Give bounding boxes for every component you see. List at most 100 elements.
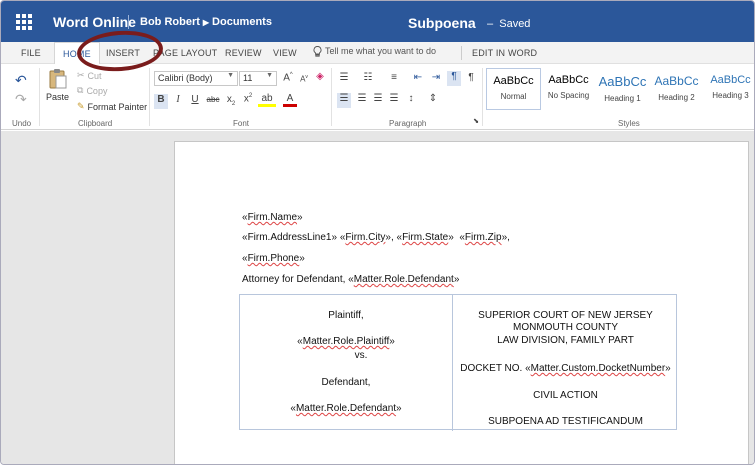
tab-insert[interactable]: INSERT [106, 48, 140, 58]
style-name: Heading 3 [712, 91, 749, 100]
strikethrough-icon[interactable]: abc [205, 95, 221, 104]
font-size-select[interactable]: 11 ▼ [239, 71, 277, 86]
tab-file[interactable]: FILE [21, 48, 41, 58]
shrink-font-icon[interactable]: Av [297, 74, 311, 84]
tell-me-box[interactable]: Tell me what you want to do [313, 46, 436, 57]
app-launcher-icon[interactable] [16, 14, 32, 30]
tab-view[interactable]: VIEW [273, 48, 297, 58]
superscript-icon[interactable]: x2 [241, 93, 255, 104]
breadcrumb-folder[interactable]: Documents [212, 16, 272, 28]
attorney-label: Attorney for Defendant, [242, 274, 346, 285]
align-center-icon[interactable]: ☰ [355, 93, 369, 104]
dialog-launcher-icon[interactable]: ⬊ [469, 117, 483, 125]
redo-icon[interactable]: ↷ [15, 91, 27, 108]
bold-icon[interactable]: B [154, 94, 168, 109]
merge-field: Firm.Zip [464, 232, 502, 243]
document-page[interactable]: «Firm.Name» «Firm.AddressLine1» «Firm.Ci… [174, 141, 749, 464]
subscript-icon[interactable]: x2 [224, 94, 238, 107]
copy-button[interactable]: ⧉ Copy [77, 85, 107, 96]
italic-icon[interactable]: I [171, 94, 185, 105]
firm-phone-line: «Firm.Phone» [242, 253, 305, 264]
line-spacing-icon[interactable]: ↕ [404, 93, 418, 104]
style-no-spacing[interactable]: AaBbCc No Spacing [541, 68, 596, 110]
merge-field: Matter.Role.Plaintiff [302, 336, 390, 347]
font-name-select[interactable]: Calibri (Body) ▼ [154, 71, 238, 86]
paragraph-spacing-icon[interactable]: ⇕ [426, 93, 440, 104]
undo-group-label: Undo [12, 119, 32, 128]
scissors-icon: ✂ [77, 70, 85, 80]
multilevel-list-icon[interactable]: ≡ [387, 72, 401, 83]
style-name: Heading 2 [658, 93, 695, 102]
align-left-icon[interactable]: ☰ [337, 93, 351, 108]
save-status-text: Saved [499, 18, 531, 30]
format-painter-button[interactable]: ✎ Format Painter [77, 101, 147, 112]
clipboard-icon [49, 69, 66, 89]
style-heading-1[interactable]: AaBbCc Heading 1 [595, 68, 650, 110]
lightbulb-icon [313, 46, 322, 57]
court-line-3: LAW DIVISION, FAMILY PART [497, 335, 634, 346]
merge-field: Matter.Role.Defendant [353, 274, 454, 285]
vs-label: vs. [354, 350, 368, 361]
highlight-icon[interactable]: ab [258, 93, 276, 107]
merge-field: Firm.AddressLine1 [247, 232, 332, 243]
docket-line: DOCKET NO. «Matter.Custom.DocketNumber» [460, 363, 671, 374]
numbering-icon[interactable]: ☷ [361, 72, 375, 83]
font-size-value: 11 [243, 73, 253, 83]
undo-icon[interactable]: ↶ [15, 72, 27, 89]
tab-divider [461, 46, 462, 60]
app-name[interactable]: Word Online [53, 14, 136, 30]
style-name: Normal [500, 92, 527, 101]
style-sample: AaBbCc [548, 74, 589, 86]
docket-label: DOCKET NO. [460, 363, 523, 374]
group-divider [149, 68, 150, 126]
attorney-line: Attorney for Defendant, «Matter.Role.Def… [242, 274, 460, 285]
firm-name-line: «Firm.Name» [242, 212, 303, 223]
style-sample: AaBbCc [598, 74, 647, 89]
underline-icon[interactable]: U [188, 94, 202, 105]
breadcrumb-user[interactable]: Bob Robert [140, 16, 200, 28]
defendant-label: Defendant, [321, 377, 371, 388]
style-sample: AaBbCc [493, 75, 534, 87]
group-divider [482, 68, 483, 126]
decrease-indent-icon[interactable]: ⇤ [411, 72, 425, 83]
bullets-icon[interactable]: ☰ [337, 72, 351, 83]
tell-me-text: Tell me what you want to do [325, 46, 437, 56]
subpoena-type-label: SUBPOENA AD TESTIFICANDUM [488, 416, 643, 427]
style-heading-3[interactable]: AaBbCc Heading 3 [703, 68, 754, 110]
style-heading-2[interactable]: AaBbCc Heading 2 [649, 68, 704, 110]
format-painter-label: Format Painter [87, 101, 148, 112]
ribbon-tabs: FILE HOME INSERT PAGE LAYOUT REVIEW VIEW… [1, 42, 754, 64]
paste-label: Paste [46, 92, 70, 102]
merge-field: Firm.Phone [247, 253, 300, 264]
merge-field: Firm.City [345, 232, 386, 243]
style-normal[interactable]: AaBbCc Normal [486, 68, 541, 110]
styles-group-label: Styles [618, 119, 640, 128]
edit-in-word-button[interactable]: EDIT IN WORD [472, 48, 537, 58]
font-color-icon[interactable]: A [283, 93, 297, 107]
plaintiff-field-line: «Matter.Role.Plaintiff» [297, 336, 395, 347]
paste-button[interactable]: Paste [46, 68, 69, 102]
clear-formatting-icon[interactable]: ◈ [313, 71, 327, 82]
justify-icon[interactable]: ☰ [387, 93, 401, 104]
firm-address-line: «Firm.AddressLine1» «Firm.City», «Firm.S… [242, 232, 510, 243]
word-online-window: Word Online Bob Robert ▶ Documents Subpoen… [0, 0, 755, 465]
clipboard-group-label: Clipboard [78, 119, 113, 128]
court-line-1: SUPERIOR COURT OF NEW JERSEY [478, 310, 653, 321]
paragraph-group-label: Paragraph [389, 119, 427, 128]
ltr-icon[interactable]: ¶ [447, 71, 461, 86]
grow-font-icon[interactable]: A^ [281, 72, 295, 83]
cut-button[interactable]: ✂ Cut [77, 70, 102, 81]
align-right-icon[interactable]: ☰ [371, 93, 385, 104]
document-canvas[interactable]: «Firm.Name» «Firm.AddressLine1» «Firm.Ci… [1, 131, 754, 464]
breadcrumb-chevron-icon: ▶ [202, 18, 210, 27]
title-divider [128, 15, 129, 29]
civil-action-label: CIVIL ACTION [533, 390, 598, 401]
rtl-icon[interactable]: ¶ [464, 72, 478, 83]
increase-indent-icon[interactable]: ⇥ [429, 72, 443, 83]
tab-review[interactable]: REVIEW [225, 48, 262, 58]
tab-page-layout[interactable]: PAGE LAYOUT [153, 48, 217, 58]
document-title[interactable]: Subpoena [408, 15, 476, 31]
court-line-2: MONMOUTH COUNTY [513, 322, 618, 333]
plaintiff-label: Plaintiff, [328, 310, 364, 321]
tab-home[interactable]: HOME [54, 42, 100, 64]
